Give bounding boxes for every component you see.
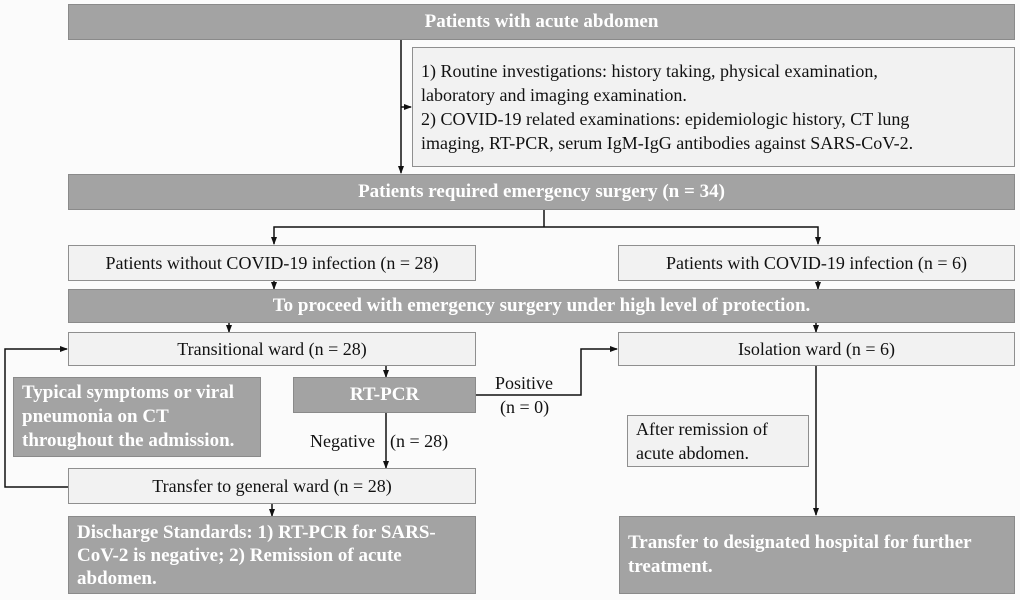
label-negative: Negative — [310, 431, 375, 451]
box-general-ward: Transfer to general ward (n = 28) — [68, 468, 476, 504]
label-positive-count: (n = 0) — [500, 397, 550, 417]
box-text: To proceed with emergency surgery under … — [272, 295, 811, 316]
box-text: RT-PCR — [349, 384, 420, 405]
box-text: Isolation ward (n = 6) — [737, 338, 896, 359]
box-discharge-standards: Discharge Standards: 1) RT-PCR for SARS-… — [68, 516, 476, 594]
box-text: Patients required emergency surgery (n =… — [358, 181, 725, 202]
box-emergency-surgery: Patients required emergency surgery (n =… — [68, 174, 1015, 210]
box-isolation-ward: Isolation ward (n = 6) — [618, 332, 1015, 366]
box-text: Patients without COVID-19 infection (n =… — [105, 252, 439, 273]
box-text: Discharge Standards: 1) RT-PCR for SARS-… — [77, 521, 436, 589]
box-examinations: 1) Routine investigations: history takin… — [412, 47, 1015, 167]
exam-line: imaging, RT-PCR, serum IgM-IgG antibodie… — [421, 133, 914, 153]
label-positive: Positive — [495, 373, 554, 393]
box-typical-symptoms: Typical symptoms or viral pneumonia on C… — [13, 377, 261, 457]
box-text: Transfer to designated hospital for furt… — [628, 532, 972, 577]
box-rtpcr: RT-PCR — [293, 377, 476, 413]
box-acute-abdomen: Patients with acute abdomen — [68, 4, 1015, 40]
box-text: Typical symptoms or viral pneumonia on C… — [22, 382, 235, 451]
box-transitional-ward: Transitional ward (n = 28) — [68, 332, 476, 366]
arrow-split-right — [544, 226, 821, 245]
box-text: Patients with COVID-19 infection (n = 6) — [665, 252, 968, 273]
box-text: Transfer to general ward (n = 28) — [152, 475, 392, 496]
box-after-remission: After remission of acute abdomen. — [627, 415, 809, 467]
box-text: Transitional ward (n = 28) — [177, 338, 367, 359]
box-without-covid: Patients without COVID-19 infection (n =… — [68, 245, 476, 281]
label-negative-count: (n = 28) — [390, 431, 449, 451]
box-with-covid: Patients with COVID-19 infection (n = 6) — [618, 245, 1015, 281]
box-text: Patients with acute abdomen — [424, 11, 659, 32]
exam-line: laboratory and imaging examination. — [421, 85, 687, 105]
exam-line: 2) COVID-19 related examinations: epidem… — [421, 109, 910, 129]
exam-line: 1) Routine investigations: history takin… — [421, 61, 878, 81]
exam-text: 1) Routine investigations: history takin… — [421, 59, 913, 155]
arrow-split-left — [271, 226, 544, 245]
box-designated-hospital: Transfer to designated hospital for furt… — [619, 516, 1015, 594]
box-protection: To proceed with emergency surgery under … — [68, 289, 1015, 323]
box-text: After remission of acute abdomen. — [636, 419, 768, 463]
